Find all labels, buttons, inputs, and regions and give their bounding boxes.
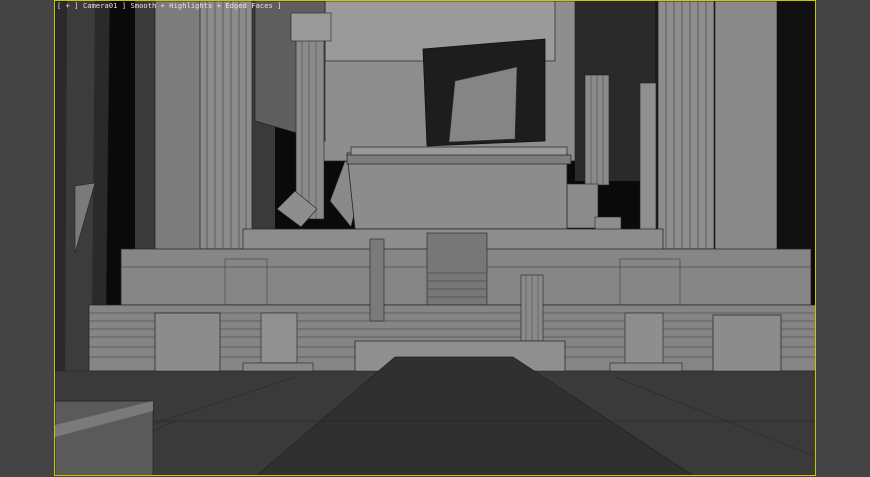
shading-menu[interactable]: Smooth + Highlights + Edged Faces bbox=[130, 2, 272, 10]
viewport-label-close-2: ] bbox=[121, 2, 127, 10]
viewport-menu-plus[interactable]: + bbox=[66, 2, 70, 10]
camera-menu[interactable]: Camera01 bbox=[83, 2, 118, 10]
right-panel bbox=[817, 0, 870, 477]
temple-scene-render bbox=[55, 1, 815, 475]
viewport-label-close: ] bbox=[74, 2, 79, 10]
viewport-label: [ + ] Camera01 ] Smooth + Highlights + E… bbox=[57, 2, 282, 11]
camera-viewport[interactable]: [ + ] Camera01 ] Smooth + Highlights + E… bbox=[54, 0, 816, 476]
left-panel bbox=[0, 0, 54, 477]
viewport-label-end: ] bbox=[277, 2, 282, 10]
viewport-label-open: [ bbox=[57, 2, 62, 10]
